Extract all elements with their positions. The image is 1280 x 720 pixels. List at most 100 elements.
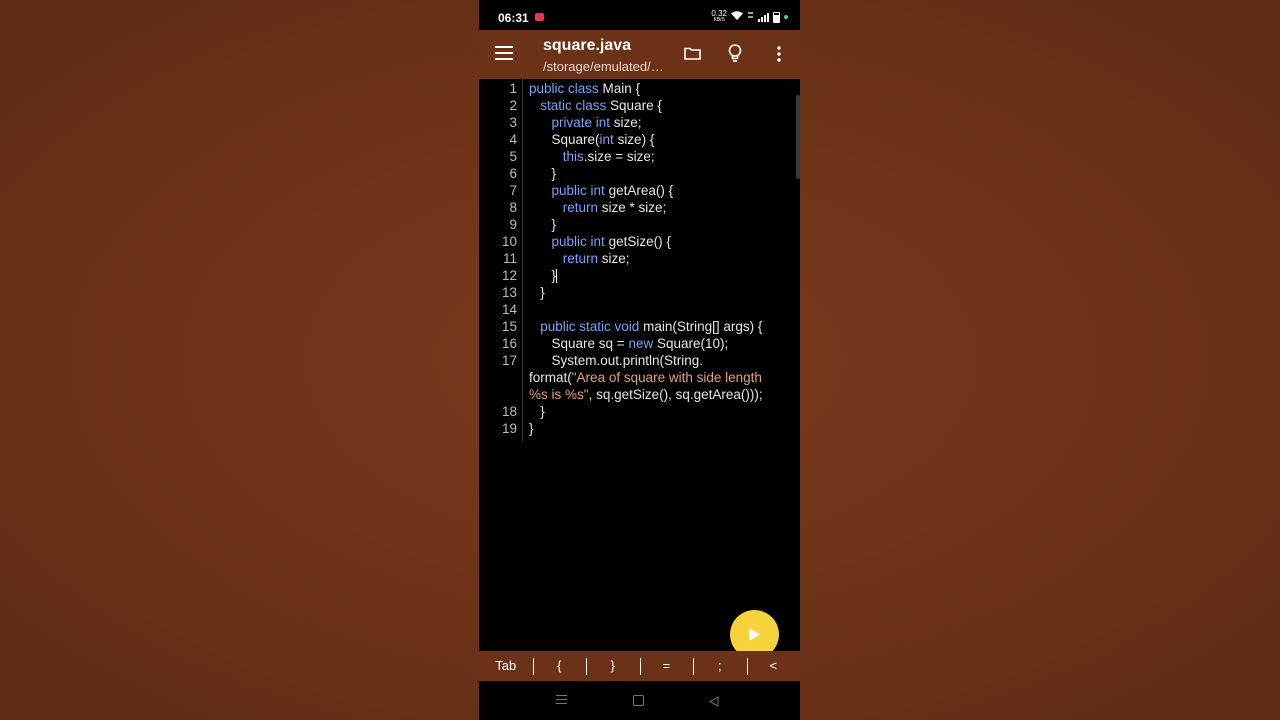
code-line[interactable]: 10 public int getSize() { bbox=[479, 233, 671, 250]
key-5[interactable]: < bbox=[746, 651, 801, 681]
more-vert-icon[interactable] bbox=[777, 46, 781, 62]
line-text: private int size; bbox=[529, 114, 642, 131]
code-line[interactable]: 18 } bbox=[479, 403, 545, 420]
code-line[interactable]: %s is %s", sq.getSize(), sq.getArea())); bbox=[479, 386, 763, 403]
symbol-key-bar: Tab{} =; < bbox=[479, 651, 800, 681]
code-line[interactable]: 15 public static void main(String[] args… bbox=[479, 318, 762, 335]
code-token: size) { bbox=[617, 132, 655, 147]
key-3[interactable]: = bbox=[639, 651, 694, 681]
code-token: } bbox=[529, 217, 557, 232]
net-speed: 0.32 KB/S bbox=[711, 10, 727, 24]
code-token: Square(10); bbox=[656, 336, 729, 351]
home-icon[interactable] bbox=[633, 695, 644, 706]
line-number: 7 bbox=[509, 183, 517, 198]
back-icon[interactable] bbox=[708, 694, 719, 712]
battery-icon bbox=[773, 11, 780, 23]
code-token: Main { bbox=[602, 81, 641, 96]
code-token: Square { bbox=[610, 98, 662, 113]
line-number: 3 bbox=[509, 115, 517, 130]
code-line[interactable]: format("Area of square with side length bbox=[479, 369, 762, 386]
line-text: public class Main { bbox=[529, 80, 640, 97]
line-text: public static void main(String[] args) { bbox=[529, 318, 762, 335]
line-text: return size; bbox=[529, 250, 630, 267]
code-keyword: return bbox=[562, 200, 602, 215]
line-text: } bbox=[529, 284, 545, 301]
code-line[interactable]: 4 Square(int size) { bbox=[479, 131, 654, 148]
code-line[interactable]: 19} bbox=[479, 420, 534, 437]
editor-scrollbar[interactable] bbox=[796, 95, 800, 179]
lightbulb-icon[interactable] bbox=[728, 44, 742, 63]
code-line[interactable]: 6 } bbox=[479, 165, 556, 182]
line-text: } bbox=[529, 165, 557, 182]
code-line[interactable]: 8 return size * size; bbox=[479, 199, 666, 216]
code-keyword: public class bbox=[529, 81, 603, 96]
code-keyword: private int bbox=[551, 115, 614, 130]
line-text: } bbox=[529, 216, 557, 233]
folder-icon[interactable] bbox=[684, 47, 701, 60]
code-token: size; bbox=[613, 115, 642, 130]
code-line[interactable]: 14 bbox=[479, 301, 517, 318]
app-bar: square.java /storage/emulated/0/... bbox=[479, 30, 800, 79]
code-string: %s is %s" bbox=[529, 387, 589, 402]
code-token: format( bbox=[529, 370, 572, 385]
code-line[interactable]: 11 return size; bbox=[479, 250, 630, 267]
code-token: .size = size; bbox=[583, 149, 655, 164]
code-keyword: public int bbox=[551, 234, 609, 249]
line-text: %s is %s", sq.getSize(), sq.getArea())); bbox=[529, 386, 763, 403]
wifi-icon bbox=[731, 11, 743, 23]
line-number: 6 bbox=[509, 166, 517, 181]
code-token: size * size; bbox=[601, 200, 667, 215]
line-number: 12 bbox=[501, 268, 517, 283]
file-path: /storage/emulated/0/... bbox=[543, 59, 668, 74]
code-keyword: int bbox=[599, 132, 618, 147]
code-token: getSize() { bbox=[608, 234, 671, 249]
key-4[interactable]: ; bbox=[693, 651, 747, 681]
code-line[interactable]: 13 } bbox=[479, 284, 545, 301]
recents-icon[interactable] bbox=[556, 695, 567, 705]
line-text: public int getArea() { bbox=[529, 182, 674, 199]
code-editor[interactable]: 1 public class Main {2 static class Squar… bbox=[479, 79, 800, 651]
code-keyword: public static void bbox=[540, 319, 644, 334]
code-token: } bbox=[529, 166, 557, 181]
line-number: 5 bbox=[509, 149, 517, 164]
phone-screen: 06:31 0.32 KB/S square.java /storage/emu bbox=[479, 0, 800, 720]
code-line[interactable]: 3 private int size; bbox=[479, 114, 641, 131]
code-line[interactable]: 9 } bbox=[479, 216, 556, 233]
line-number: 1 bbox=[509, 81, 517, 96]
code-line[interactable]: 7 public int getArea() { bbox=[479, 182, 673, 199]
file-title: square.java bbox=[543, 37, 632, 54]
code-line[interactable]: 2 static class Square { bbox=[479, 97, 661, 114]
code-keyword: new bbox=[628, 336, 657, 351]
code-line[interactable]: 16 Square sq = new Square(10); bbox=[479, 335, 728, 352]
line-text: Square(int size) { bbox=[529, 131, 655, 148]
line-number: 11 bbox=[502, 251, 517, 266]
line-number: 9 bbox=[509, 217, 517, 232]
code-line[interactable]: 17 System.out.println(String. bbox=[479, 352, 703, 369]
line-text: } bbox=[529, 403, 545, 420]
key-2[interactable]: } bbox=[586, 651, 640, 681]
code-token: } bbox=[529, 404, 545, 419]
code-token: size; bbox=[601, 251, 630, 266]
code-token: Square( bbox=[529, 132, 600, 147]
volte-icon bbox=[747, 10, 754, 24]
code-line[interactable]: 12 } bbox=[479, 267, 558, 284]
line-number: 2 bbox=[509, 98, 517, 113]
status-bar: 06:31 0.32 KB/S bbox=[479, 0, 800, 30]
line-text: static class Square { bbox=[529, 97, 662, 114]
key-1[interactable]: { bbox=[532, 651, 587, 681]
code-token: main(String[] args) { bbox=[643, 319, 763, 334]
code-keyword: public int bbox=[551, 183, 609, 198]
code-line[interactable]: 1 public class Main { bbox=[479, 80, 640, 97]
key-0[interactable]: Tab bbox=[479, 651, 533, 681]
line-number: 15 bbox=[501, 319, 517, 334]
line-number: 4 bbox=[509, 132, 517, 147]
net-speed-unit: KB/S bbox=[713, 17, 725, 23]
menu-icon[interactable] bbox=[495, 46, 513, 60]
code-line[interactable]: 5 this.size = size; bbox=[479, 148, 654, 165]
